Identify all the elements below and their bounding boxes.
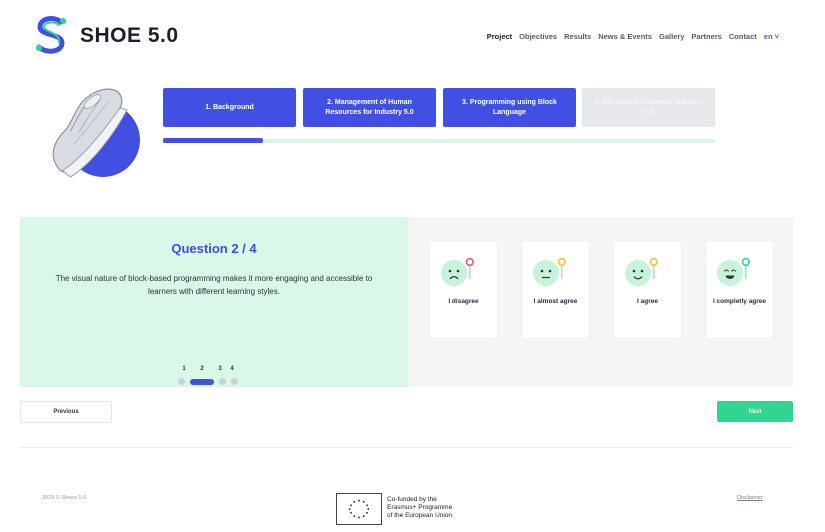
pager-dot-1[interactable]	[178, 378, 185, 385]
nav-item-results[interactable]: Results	[564, 32, 591, 41]
pager-dot-2[interactable]	[190, 378, 214, 385]
sneaker-illustration	[52, 88, 140, 178]
eu-text-line-3: of the European Union	[387, 512, 453, 520]
answer-label: I disagree	[448, 298, 479, 305]
eu-text-line-1: Co-funded by the	[387, 496, 437, 503]
nav-item-news-events[interactable]: News & Events	[598, 32, 652, 41]
eu-text-line-2: Erasmus+ Programme	[387, 504, 453, 512]
neutral-face-icon	[533, 257, 566, 286]
pager-dot-4[interactable]	[231, 378, 238, 385]
pager-number-2[interactable]: 2	[190, 366, 214, 372]
smile-face-icon	[625, 257, 658, 286]
pager-number-1[interactable]: 1	[178, 366, 190, 372]
disclaimer-link[interactable]: Disclaimer	[737, 495, 763, 501]
nav-item-gallery[interactable]: Gallery	[659, 32, 684, 41]
answer-card-agree[interactable]: I agree	[614, 241, 681, 338]
step-block-programming[interactable]: 3. Programming using Block Language	[443, 88, 576, 127]
answer-card-completely-agree[interactable]: I completly agree	[706, 241, 773, 338]
copyright-text: 2023 © Shoes 5.0	[42, 495, 87, 501]
answer-label: I completly agree	[712, 298, 767, 305]
question-pager-dots	[178, 378, 238, 385]
eu-cofunded-text: Co-funded by the Erasmus+ Programme of t…	[387, 496, 452, 520]
nav-item-partners[interactable]: Partners	[691, 32, 721, 41]
answer-card-disagree[interactable]: I disagree	[430, 241, 497, 338]
nav-item-objectives[interactable]: Objectives	[519, 32, 557, 41]
nav-item-project[interactable]: Project	[487, 32, 512, 41]
answer-label: I almost agree	[533, 298, 578, 305]
progress-fill	[163, 138, 263, 143]
main-nav: Project Objectives Results News & Events…	[487, 32, 779, 41]
pager-number-3[interactable]: 3	[214, 366, 226, 372]
question-pager-numbers: 1 2 3 4	[178, 366, 238, 372]
step-background[interactable]: 1. Background	[163, 88, 296, 127]
step-management-hr[interactable]: 2. Management of Human Resources for Ind…	[303, 88, 436, 127]
step-big-data: 4. Big Data in Footwear Industry 5.0	[582, 88, 715, 127]
eu-flag-icon	[336, 493, 382, 525]
question-text: The visual nature of block-based program…	[55, 274, 373, 297]
nav-item-contact[interactable]: Contact	[729, 32, 757, 41]
answer-card-almost-agree[interactable]: I almost agree	[522, 241, 589, 338]
pager-number-4[interactable]: 4	[226, 366, 238, 372]
answer-label: I agree	[637, 298, 658, 305]
language-selector[interactable]: en ˅	[764, 32, 779, 41]
footer-divider	[20, 447, 793, 448]
happy-face-icon	[717, 257, 750, 286]
shoe-s-logo-icon[interactable]	[30, 14, 72, 56]
pager-dot-3[interactable]	[219, 378, 226, 385]
brand-name[interactable]: SHOE 5.0	[80, 24, 179, 48]
sad-face-icon	[441, 257, 474, 286]
question-title: Question 2 / 4	[171, 241, 257, 256]
previous-button[interactable]: Previous	[20, 401, 112, 423]
next-button[interactable]: Next	[717, 401, 793, 422]
